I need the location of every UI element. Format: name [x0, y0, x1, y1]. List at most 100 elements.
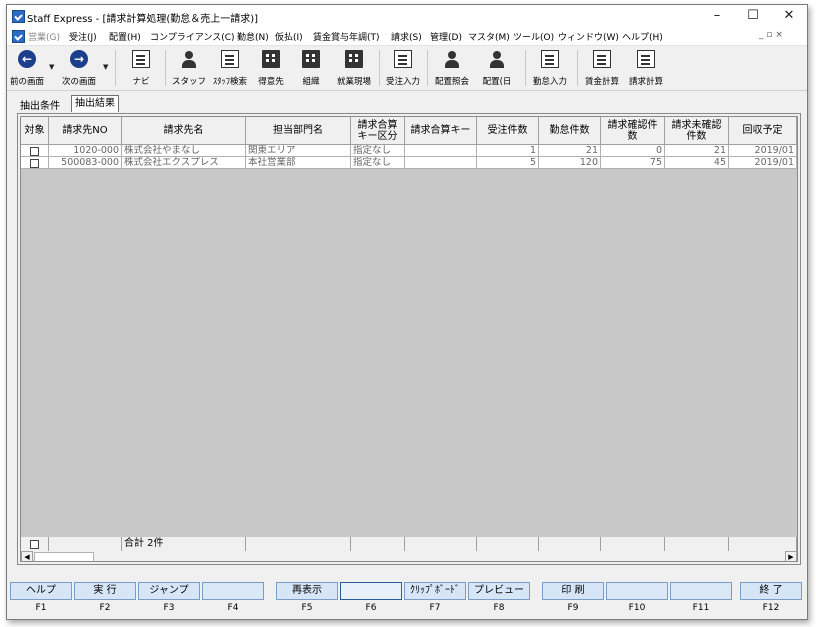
client-button[interactable]: 得意先: [251, 48, 291, 88]
scroll-left-icon[interactable]: ◀: [21, 551, 33, 561]
f2-execute-button[interactable]: 実 行: [74, 582, 136, 600]
footer-cell: [246, 537, 351, 551]
f5-refresh-button[interactable]: 再表示: [276, 582, 338, 600]
row-checkbox-cell[interactable]: [21, 157, 49, 169]
fkey-number: F6: [365, 603, 377, 613]
attendance-entry-button[interactable]: 勤怠入力: [527, 48, 573, 88]
mdi-child-icon[interactable]: [12, 30, 25, 43]
fkey-number: F1: [35, 603, 47, 613]
back-dropdown-icon[interactable]: ▼: [49, 63, 54, 71]
menu-billing[interactable]: 請求(S): [391, 30, 422, 43]
f9-print-button[interactable]: 印 刷: [542, 582, 604, 600]
menu-assignment[interactable]: 配置(H): [109, 30, 141, 43]
col-header-attendance-count[interactable]: 勤怠件数: [539, 117, 601, 145]
f3-jump-button[interactable]: ジャンプ: [138, 582, 200, 600]
org-label: 組織: [302, 77, 320, 87]
col-header-unconfirmed-count[interactable]: 請求未確認 件数: [665, 117, 729, 145]
tab-conditions[interactable]: 抽出条件: [17, 97, 63, 112]
document-search-icon: [221, 50, 239, 68]
menu-master[interactable]: マスタ(M): [468, 30, 510, 43]
f1-help-button[interactable]: ヘルプ: [10, 582, 72, 600]
menu-payroll[interactable]: 賃金賞与年調(T): [313, 30, 380, 43]
cell-billing-no: 1020-000: [49, 145, 122, 157]
menu-compliance[interactable]: コンプライアンス(C): [150, 30, 235, 43]
fkey-number: F10: [628, 603, 646, 613]
group-icon: [443, 50, 461, 68]
results-panel: 対象 請求先NO 請求先名 担当部門名 請求合算 キー区分 請求合算キー 受注件…: [17, 113, 801, 565]
arrow-left-icon: ←: [18, 50, 36, 68]
menu-tools[interactable]: ツール(O): [513, 30, 554, 43]
window-title: Staff Express - [請求計算処理(勤怠＆売上一請求)]: [27, 14, 259, 25]
person-icon: [180, 50, 198, 68]
row-checkbox[interactable]: [30, 159, 39, 168]
cell-confirmed-count: 75: [601, 157, 665, 169]
billing-calc-button[interactable]: 請求計算: [623, 48, 669, 88]
close-button[interactable]: ✕: [771, 5, 807, 27]
fkey-number: F4: [227, 603, 239, 613]
horizontal-scrollbar[interactable]: ◀ ▶: [21, 551, 797, 561]
f4-button[interactable]: [202, 582, 264, 600]
minimize-button[interactable]: –: [699, 5, 735, 27]
f10-button[interactable]: [606, 582, 668, 600]
building-icon: [345, 50, 363, 68]
f7-clipboard-button[interactable]: ｸﾘｯﾌﾟﾎﾞｰﾄﾞ: [404, 582, 466, 600]
row-checkbox-cell[interactable]: [21, 145, 49, 157]
worksite-button[interactable]: 就業現場: [331, 48, 377, 88]
cell-order-count: 5: [477, 157, 539, 169]
footer-cell: [351, 537, 405, 551]
f12-exit-button[interactable]: 終 了: [740, 582, 802, 600]
navi-icon: [132, 50, 150, 68]
col-header-billing-name[interactable]: 請求先名: [122, 117, 246, 145]
menu-window[interactable]: ウィンドウ(W): [558, 30, 619, 43]
menu-attendance[interactable]: 勤怠(N): [237, 30, 269, 43]
navi-button[interactable]: ナビ: [121, 48, 161, 88]
f6-button[interactable]: [340, 582, 402, 600]
assign-inquiry-button[interactable]: 配置照会: [429, 48, 475, 88]
cell-dept: 関東エリア: [246, 145, 351, 157]
scroll-right-icon[interactable]: ▶: [785, 551, 797, 561]
navi-label: ナビ: [132, 77, 150, 87]
document-edit-icon: [394, 50, 412, 68]
assign-day-button[interactable]: 配置(日: [475, 48, 519, 88]
fkey-number: F9: [567, 603, 579, 613]
col-header-sum-key[interactable]: 請求合算キー: [405, 117, 477, 145]
f11-button[interactable]: [670, 582, 732, 600]
wage-calc-button[interactable]: 賃金計算: [579, 48, 625, 88]
col-header-dept[interactable]: 担当部門名: [246, 117, 351, 145]
back-button[interactable]: ← 前の画面: [7, 48, 47, 88]
menu-help[interactable]: ヘルプ(H): [622, 30, 663, 43]
client-label: 得意先: [258, 77, 284, 87]
menu-advance[interactable]: 仮払(I): [275, 30, 303, 43]
cell-dept: 本社営業部: [246, 157, 351, 169]
forward-button[interactable]: → 次の画面: [57, 48, 101, 88]
org-button[interactable]: 組織: [291, 48, 331, 88]
staff-label: スタッフ: [171, 77, 206, 87]
col-header-sum-key-type[interactable]: 請求合算 キー区分: [351, 117, 405, 145]
order-entry-button[interactable]: 受注入力: [381, 48, 425, 88]
col-header-collection-date[interactable]: 回収予定: [729, 117, 797, 145]
staff-search-button[interactable]: ｽﾀｯﾌ検索: [209, 48, 251, 88]
building-icon: [302, 50, 320, 68]
footer-cell: [601, 537, 665, 551]
row-checkbox[interactable]: [30, 147, 39, 156]
scroll-thumb[interactable]: [34, 552, 94, 561]
col-header-target[interactable]: 対象: [21, 117, 49, 145]
col-header-confirmed-count[interactable]: 請求確認件 数: [601, 117, 665, 145]
f8-preview-button[interactable]: プレビュー: [468, 582, 530, 600]
select-all-checkbox[interactable]: [30, 540, 39, 549]
tab-results[interactable]: 抽出結果: [71, 95, 119, 112]
col-header-billing-no[interactable]: 請求先NO: [49, 117, 122, 145]
menu-sales[interactable]: 営業(G): [28, 30, 60, 43]
cell-sum-key: [405, 157, 477, 169]
col-header-order-count[interactable]: 受注件数: [477, 117, 539, 145]
maximize-button[interactable]: ☐: [735, 5, 771, 27]
forward-dropdown-icon[interactable]: ▼: [103, 63, 108, 71]
fkey-number: F11: [692, 603, 710, 613]
mdi-window-controls[interactable]: _ ▫ ×: [759, 30, 783, 40]
menu-orders[interactable]: 受注(J): [69, 30, 97, 43]
toolbar-divider: [525, 50, 526, 86]
menu-management[interactable]: 管理(D): [430, 30, 462, 43]
toolbar-divider: [115, 50, 116, 86]
staff-button[interactable]: スタッフ: [169, 48, 209, 88]
footer-checkbox-cell[interactable]: [21, 537, 49, 551]
